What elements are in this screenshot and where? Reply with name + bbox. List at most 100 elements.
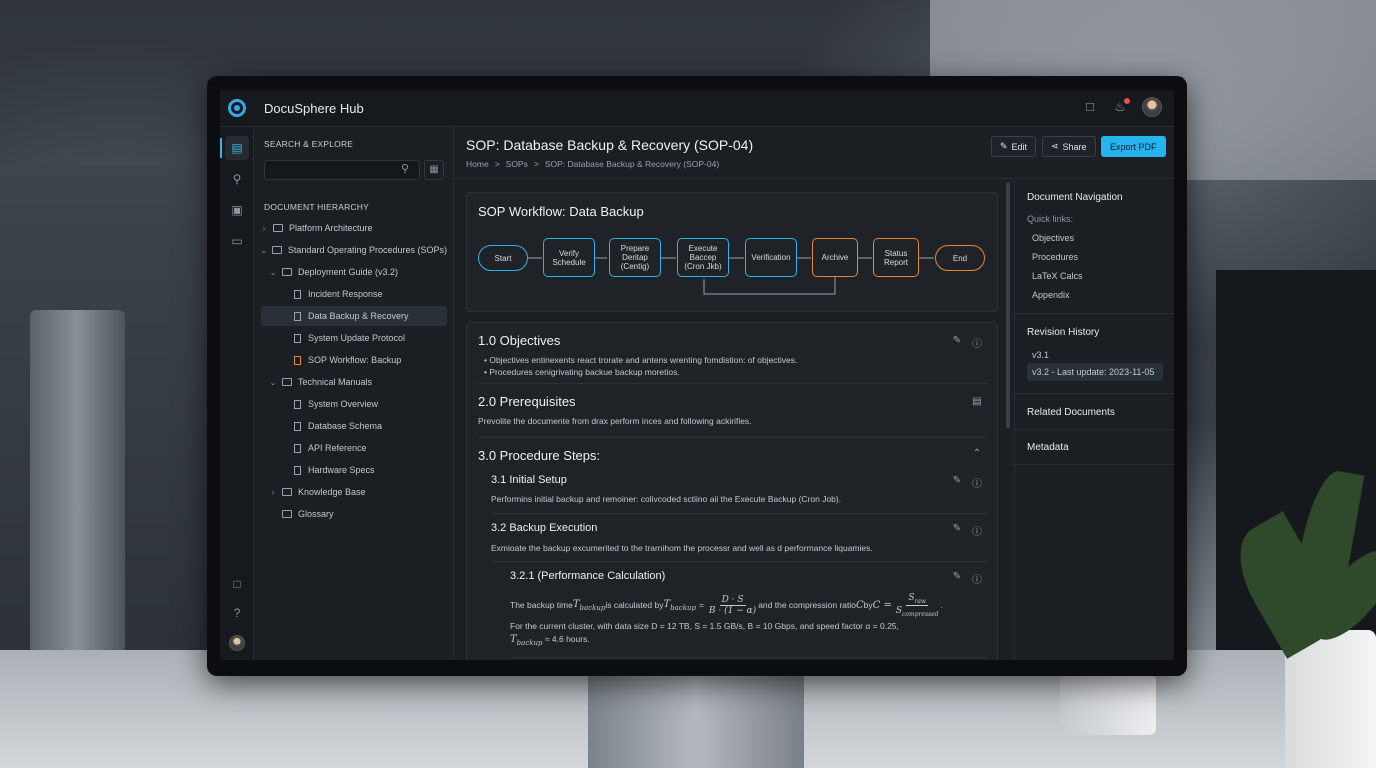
tree-folder[interactable]: ⌄ Technical Manuals bbox=[268, 372, 446, 392]
nav-title: Document Navigation bbox=[1027, 192, 1123, 203]
tree-file[interactable]: System Overview bbox=[294, 394, 444, 414]
bullet-text: Procedures cenigrivating backue backup m… bbox=[489, 367, 680, 377]
chat-icon[interactable]: □ bbox=[1082, 99, 1098, 115]
formula-text: The backup time bbox=[510, 600, 573, 610]
page-title: SOP: Database Backup & Recovery (SOP-04) bbox=[466, 137, 754, 153]
tree-label: System Update Protocol bbox=[308, 333, 406, 343]
bell-icon[interactable]: ♨ bbox=[1112, 98, 1130, 115]
folder-icon bbox=[282, 378, 292, 386]
folder-icon[interactable]: ▭ bbox=[225, 229, 249, 253]
flow-node-end[interactable]: End bbox=[935, 245, 985, 271]
section-divider bbox=[491, 513, 988, 514]
related-documents-title[interactable]: Related Documents bbox=[1027, 407, 1115, 418]
app-title: DocuSphere Hub bbox=[264, 100, 364, 116]
tree-label: Incident Response bbox=[308, 289, 383, 299]
edit-icon[interactable]: ✎ bbox=[951, 475, 963, 486]
share-button[interactable]: ⋖ Share bbox=[1042, 136, 1096, 157]
chevron-down-icon: ⌄ bbox=[269, 267, 277, 277]
fraction: D · S B · (1 − α) bbox=[707, 595, 758, 616]
flow-node-prepare[interactable]: Prepare Deritap (Centig) bbox=[609, 238, 661, 277]
search-heading: SEARCH & EXPLORE bbox=[264, 139, 354, 149]
tree-folder[interactable]: Glossary bbox=[278, 504, 446, 524]
sidebar: SEARCH & EXPLORE ⚲ ▦ DOCUMENT HIERARCHY … bbox=[254, 127, 454, 660]
metadata-title[interactable]: Metadata bbox=[1027, 442, 1069, 453]
tree-label: Platform Architecture bbox=[289, 223, 373, 233]
tree-folder[interactable]: › Platform Architecture bbox=[259, 218, 447, 238]
tree-folder[interactable]: ⌄ Deployment Guide (v3.2) bbox=[268, 262, 446, 282]
tree-file[interactable]: Incident Response bbox=[294, 284, 444, 304]
flow-node-start[interactable]: Start bbox=[478, 245, 528, 271]
flow-node-execute-backup[interactable]: Execute Baccep (Cron Jkb) bbox=[677, 238, 729, 277]
file-icon bbox=[294, 289, 301, 299]
share-label: Share bbox=[1062, 141, 1087, 152]
tree-label: System Overview bbox=[308, 399, 379, 409]
edit-icon[interactable]: ✎ bbox=[951, 571, 963, 582]
revision-title: Revision History bbox=[1027, 327, 1100, 338]
tree-label: SOP Workflow: Backup bbox=[308, 355, 402, 365]
content-scrollbar[interactable] bbox=[1006, 182, 1010, 428]
formula-text: and the compression ratio bbox=[758, 600, 857, 610]
flow-node-verification[interactable]: Verification bbox=[745, 238, 797, 277]
chevron-up-icon[interactable]: ⌃ bbox=[971, 448, 983, 459]
search-input[interactable] bbox=[264, 160, 420, 180]
documents-icon[interactable]: ▤ bbox=[220, 136, 249, 160]
c-equals: C = bbox=[872, 599, 892, 611]
fraction-denominator: B · (1 − α) bbox=[708, 605, 757, 616]
execution-text: Exmioate the backup excumerited to the t… bbox=[491, 543, 873, 553]
tree-file[interactable]: API Reference bbox=[294, 438, 444, 458]
performance-title: 3.2.1 (Performance Calculation) bbox=[510, 570, 666, 582]
info-icon[interactable]: ⓘ bbox=[971, 571, 983, 586]
quick-link-latex-calcs[interactable]: LaTeX Calcs bbox=[1032, 271, 1083, 281]
search-icon[interactable]: ⚲ bbox=[225, 167, 249, 191]
quick-link-procedures[interactable]: Procedures bbox=[1032, 252, 1078, 262]
tree-file[interactable]: System Update Protocol bbox=[294, 328, 444, 348]
storage-icon[interactable]: ▣ bbox=[225, 198, 249, 222]
breadcrumb-sops[interactable]: SOPs bbox=[506, 159, 528, 169]
flow-node-verify-schedule[interactable]: Verify Schedule bbox=[543, 238, 595, 277]
flow-node-status-report[interactable]: Status Report bbox=[873, 238, 919, 277]
filter-button[interactable]: ▦ bbox=[424, 160, 444, 180]
info-icon[interactable]: ⓘ bbox=[971, 335, 983, 350]
tree-label: API Reference bbox=[308, 443, 367, 453]
objectives-title: 1.0 Objectives bbox=[478, 333, 561, 348]
revision-item-current[interactable]: v3.2 - Last update: 2023-11-05 bbox=[1032, 367, 1154, 377]
help-icon[interactable]: ? bbox=[225, 601, 249, 625]
rail-avatar[interactable] bbox=[225, 630, 249, 654]
edit-icon[interactable]: ✎ bbox=[951, 335, 963, 346]
edit-button[interactable]: ✎ Edit bbox=[991, 136, 1037, 157]
revision-item[interactable]: v3.1 bbox=[1032, 350, 1049, 360]
tree-file-selected[interactable]: Data Backup & Recovery bbox=[261, 306, 447, 326]
breadcrumb-separator: > bbox=[533, 159, 539, 169]
tree-folder[interactable]: › Knowledge Base bbox=[268, 482, 446, 502]
t-sub: backup bbox=[516, 639, 543, 647]
edit-icon[interactable]: ✎ bbox=[951, 523, 963, 534]
flow-node-archive[interactable]: Archive bbox=[812, 238, 858, 277]
file-icon bbox=[294, 399, 301, 409]
tree-label: Database Schema bbox=[308, 421, 383, 431]
monitor-stand bbox=[588, 668, 804, 768]
t-backup-symbol: Tbackup bbox=[573, 599, 605, 612]
prerequisites-text: Prevolite the documente from drax perfor… bbox=[478, 416, 752, 426]
notification-dot bbox=[1124, 98, 1130, 104]
tree-file[interactable]: Hardware Specs bbox=[294, 460, 444, 480]
tree-folder[interactable]: ⌄ Standard Operating Procedures (SOPs) bbox=[259, 240, 447, 260]
compressed-sub: compressed bbox=[902, 610, 939, 618]
tree-label: Hardware Specs bbox=[308, 465, 375, 475]
tree-file[interactable]: SOP Workflow: Backup bbox=[294, 350, 444, 370]
folder-icon bbox=[282, 268, 292, 276]
tree-file[interactable]: Database Schema bbox=[294, 416, 444, 436]
info-icon[interactable]: ⓘ bbox=[971, 523, 983, 538]
info-icon[interactable]: ⓘ bbox=[971, 475, 983, 490]
quick-link-objectives[interactable]: Objectives bbox=[1032, 233, 1074, 243]
execution-title: 3.2 Backup Execution bbox=[491, 522, 598, 534]
document-navigation-panel: Document Navigation Quick links: Objecti… bbox=[1014, 180, 1174, 660]
breadcrumb-home[interactable]: Home bbox=[466, 159, 489, 169]
export-pdf-button[interactable]: Export PDF bbox=[1101, 136, 1166, 157]
clipboard-icon[interactable]: ▤ bbox=[971, 396, 983, 407]
search-icon[interactable]: ⚲ bbox=[401, 162, 409, 175]
formula-text: by bbox=[863, 600, 873, 610]
quick-link-appendix[interactable]: Appendix bbox=[1032, 290, 1070, 300]
user-avatar[interactable] bbox=[1142, 97, 1162, 117]
comments-icon[interactable]: □ bbox=[225, 572, 249, 596]
ratio-fraction: Sraw Scompressed bbox=[894, 593, 941, 618]
